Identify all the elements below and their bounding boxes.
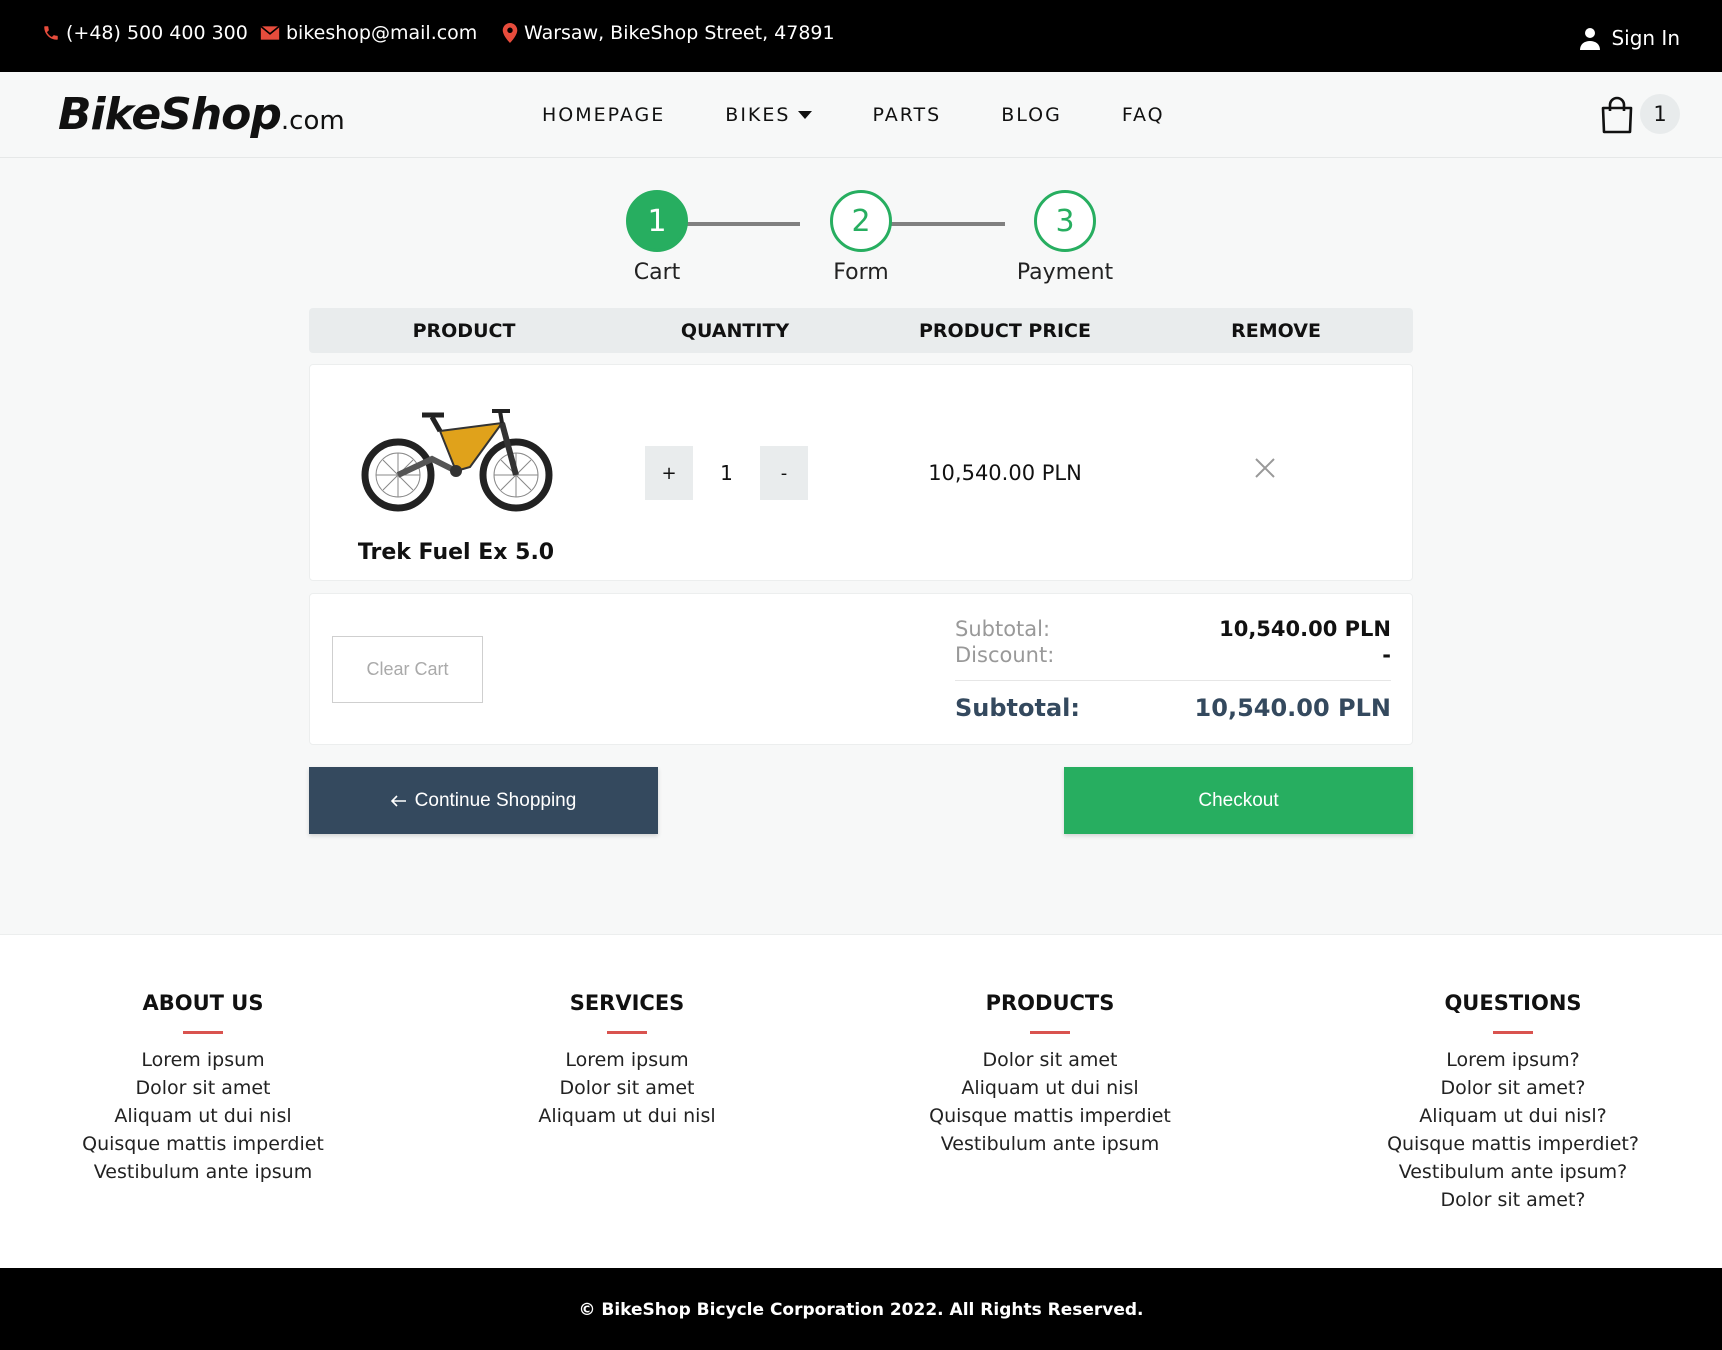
quantity-increase-button[interactable]: + [645, 446, 693, 500]
footer-heading: QUESTIONS [1444, 991, 1582, 1015]
footer-link[interactable]: Dolor sit amet? [1363, 1074, 1663, 1102]
checkout-stepper: 1 2 3 Cart Form Payment [560, 190, 1120, 290]
contact-address: Warsaw, BikeShop Street, 47891 [502, 22, 835, 44]
quantity-stepper: + - [645, 446, 808, 500]
footer-link[interactable]: Aliquam ut dui nisl? [1363, 1102, 1663, 1130]
discount-label: Discount: [955, 643, 1055, 667]
header-product: PRODUCT [412, 319, 516, 342]
footer-link[interactable]: Dolor sit amet [900, 1046, 1200, 1074]
footer-link[interactable]: Quisque mattis imperdiet [53, 1130, 353, 1158]
nav-item-blog[interactable]: BLOG [1001, 104, 1062, 126]
footer-link[interactable]: Vestibulum ante ipsum [900, 1130, 1200, 1158]
clear-cart-button[interactable]: Clear Cart [332, 636, 483, 703]
footer-heading: PRODUCTS [985, 991, 1115, 1015]
nav-item-homepage[interactable]: HOMEPAGE [542, 104, 665, 126]
footer-link[interactable]: Vestibulum ante ipsum? [1363, 1158, 1663, 1186]
footer-heading-underline [1030, 1031, 1070, 1034]
product-image[interactable] [360, 409, 554, 519]
footer-link[interactable]: Quisque mattis imperdiet? [1363, 1130, 1663, 1158]
sign-in-link[interactable]: Sign In [1578, 26, 1680, 50]
nav-item-bikes-label: BIKES [725, 104, 791, 126]
site-logo[interactable]: BikeShop.com [58, 89, 345, 140]
cart-table-header: PRODUCT QUANTITY PRODUCT PRICE REMOVE [309, 308, 1413, 353]
quantity-input[interactable] [693, 446, 760, 500]
footer-heading-underline [183, 1031, 223, 1034]
footer-link[interactable]: Aliquam ut dui nisl [477, 1102, 777, 1130]
contact-email[interactable]: bikeshop@mail.com [260, 22, 477, 44]
footer-link[interactable]: Lorem ipsum? [1363, 1046, 1663, 1074]
logo-suffix: .com [280, 106, 345, 136]
nav-menu: HOMEPAGE BIKES PARTS BLOG FAQ [542, 104, 1225, 126]
footer-heading: SERVICES [569, 991, 685, 1015]
footer-column-services: SERVICES Lorem ipsum Dolor sit amet Aliq… [477, 991, 777, 1130]
subtotal-label: Subtotal: [955, 617, 1051, 641]
address-text: Warsaw, BikeShop Street, 47891 [524, 22, 835, 44]
product-name[interactable]: Trek Fuel Ex 5.0 [310, 540, 602, 565]
total-value: 10,540.00 PLN [1194, 694, 1391, 722]
header-quantity: QUANTITY [680, 319, 790, 342]
footer-link[interactable]: Dolor sit amet [53, 1074, 353, 1102]
step-cart-label: Cart [633, 260, 681, 285]
phone-icon [44, 26, 58, 40]
footer-link[interactable]: Quisque mattis imperdiet [900, 1102, 1200, 1130]
footer-heading-underline [1493, 1031, 1533, 1034]
location-pin-icon [502, 23, 518, 43]
nav-item-faq[interactable]: FAQ [1122, 104, 1165, 126]
total-label: Subtotal: [955, 694, 1081, 722]
cart-count-badge: 1 [1640, 94, 1680, 134]
phone-text: (+48) 500 400 300 [66, 22, 248, 44]
top-contact-bar: (+48) 500 400 300 bikeshop@mail.com Wars… [0, 0, 1722, 72]
continue-shopping-button[interactable]: Continue Shopping [309, 767, 658, 834]
footer-heading-underline [607, 1031, 647, 1034]
contact-phone[interactable]: (+48) 500 400 300 [42, 22, 248, 44]
header-remove: REMOVE [1231, 319, 1321, 342]
footer-link[interactable]: Aliquam ut dui nisl [53, 1102, 353, 1130]
cart-summary: Clear Cart Subtotal: 10,540.00 PLN Disco… [309, 593, 1413, 745]
sign-in-label: Sign In [1611, 26, 1680, 50]
site-footer: ABOUT US Lorem ipsum Dolor sit amet Aliq… [0, 934, 1722, 1268]
copyright-bar: © BikeShop Bicycle Corporation 2022. All… [0, 1268, 1722, 1350]
continue-shopping-label: Continue Shopping [414, 789, 577, 811]
footer-link[interactable]: Aliquam ut dui nisl [900, 1074, 1200, 1102]
footer-link[interactable]: Dolor sit amet? [1363, 1186, 1663, 1214]
product-price: 10,540.00 PLN [928, 461, 1082, 485]
footer-link[interactable]: Lorem ipsum [477, 1046, 777, 1074]
cart-item-row: Trek Fuel Ex 5.0 + - 10,540.00 PLN [309, 364, 1413, 581]
footer-column-questions: QUESTIONS Lorem ipsum? Dolor sit amet? A… [1363, 991, 1663, 1214]
footer-column-about: ABOUT US Lorem ipsum Dolor sit amet Aliq… [53, 991, 353, 1186]
footer-link[interactable]: Lorem ipsum [53, 1046, 353, 1074]
step-payment[interactable]: 3 [1034, 190, 1096, 252]
nav-item-parts[interactable]: PARTS [872, 104, 941, 126]
copyright-text: © BikeShop Bicycle Corporation 2022. All… [578, 1300, 1144, 1320]
step-payment-label: Payment [1016, 260, 1114, 285]
email-text: bikeshop@mail.com [286, 22, 478, 44]
step-cart[interactable]: 1 [626, 190, 688, 252]
footer-link[interactable]: Vestibulum ante ipsum [53, 1158, 353, 1186]
footer-heading: ABOUT US [142, 991, 264, 1015]
arrow-left-icon [390, 794, 406, 807]
step-form[interactable]: 2 [830, 190, 892, 252]
chevron-down-icon [798, 111, 813, 119]
checkout-button[interactable]: Checkout [1064, 767, 1413, 834]
subtotal-value: 10,540.00 PLN [1219, 617, 1391, 641]
logo-main: BikeShop [58, 89, 282, 140]
discount-value: - [1382, 643, 1391, 667]
shopping-bag-icon[interactable] [1600, 96, 1634, 134]
main-navigation: BikeShop.com HOMEPAGE BIKES PARTS BLOG F… [0, 72, 1722, 158]
footer-link[interactable]: Dolor sit amet [477, 1074, 777, 1102]
footer-column-products: PRODUCTS Dolor sit amet Aliquam ut dui n… [900, 991, 1200, 1158]
quantity-decrease-button[interactable]: - [760, 446, 808, 500]
nav-item-bikes[interactable]: BIKES [725, 104, 813, 126]
step-form-label: Form [833, 260, 889, 285]
user-icon [1580, 28, 1601, 50]
mail-icon [260, 25, 280, 40]
summary-divider [955, 680, 1391, 681]
close-icon[interactable] [1254, 457, 1276, 479]
header-price: PRODUCT PRICE [919, 319, 1091, 342]
